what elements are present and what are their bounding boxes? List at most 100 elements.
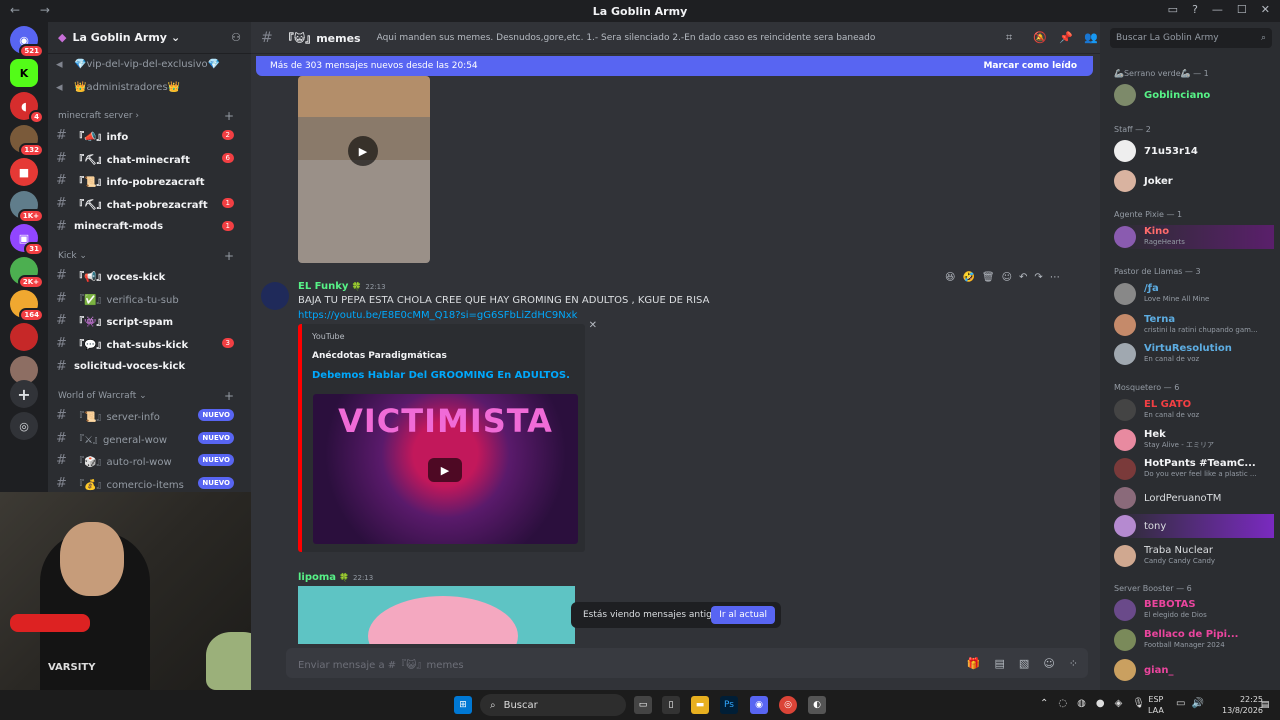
- member-item[interactable]: Kino RageHearts: [1114, 225, 1274, 249]
- channel-item[interactable]: # 『📜』server-info NUEVO: [56, 405, 244, 425]
- member-item[interactable]: tony: [1114, 514, 1274, 538]
- threads-icon[interactable]: ⌗: [1006, 31, 1012, 45]
- reply-icon[interactable]: ↶: [1019, 272, 1027, 283]
- members-icon[interactable]: 👥: [1084, 31, 1098, 44]
- add-channel-icon[interactable]: +: [224, 389, 234, 403]
- more-icon[interactable]: ⋯: [1050, 272, 1060, 283]
- member-item[interactable]: Goblinciano: [1114, 83, 1274, 107]
- forward-icon[interactable]: ↷: [1034, 272, 1042, 283]
- search-input[interactable]: Buscar La Goblin Army ⌕: [1110, 28, 1272, 48]
- member-item[interactable]: BEBOTAS El elegido de Dios: [1114, 598, 1274, 622]
- member-item[interactable]: LordPeruanoTM: [1114, 486, 1274, 510]
- network-volume-icons[interactable]: ▭ 🔊: [1176, 698, 1204, 709]
- app-icon[interactable]: ◐: [808, 696, 826, 714]
- author-name[interactable]: EL Funky: [298, 281, 348, 292]
- task-view-icon[interactable]: ▭: [634, 696, 652, 714]
- app-icon[interactable]: ▯: [662, 696, 680, 714]
- member-item[interactable]: /ƒa Love Mine All Mine: [1114, 282, 1274, 306]
- server-header[interactable]: ◆ La Goblin Army ⌄ ⚇: [48, 22, 251, 54]
- category-header[interactable]: minecraft server › +: [58, 109, 244, 123]
- server-icon[interactable]: K: [10, 59, 38, 87]
- channel-item[interactable]: # 『🎲』auto-rol-wow NUEVO: [56, 450, 244, 470]
- add-reaction-icon[interactable]: ☺: [1002, 272, 1012, 283]
- embed-author[interactable]: Anécdotas Paradigmáticas: [312, 351, 447, 361]
- member-item[interactable]: gian_: [1114, 658, 1274, 682]
- photoshop-icon[interactable]: Ps: [720, 696, 738, 714]
- channel-item[interactable]: # solicitud-voces-kick: [56, 356, 244, 376]
- channel-item[interactable]: # 『⚔』general-wow NUEVO: [56, 428, 244, 448]
- message-avatar[interactable]: [261, 282, 289, 310]
- new-messages-banner[interactable]: Más de 303 mensajes nuevos desde las 20:…: [256, 56, 1093, 76]
- channel-item[interactable]: # 『⛏』chat-minecraft 6: [56, 148, 244, 168]
- mark-read-button[interactable]: Marcar como leído: [983, 61, 1077, 71]
- author-name[interactable]: lipoma: [298, 572, 336, 583]
- member-item[interactable]: VirtuResolution En canal de voz: [1114, 342, 1274, 366]
- embed-title[interactable]: Debemos Hablar Del GROOMING En ADULTOS.: [312, 370, 570, 381]
- channel-item[interactable]: # minecraft-mods 1: [56, 216, 244, 236]
- explore-icon[interactable]: ◎: [10, 412, 38, 440]
- category-header[interactable]: Kick ⌄ +: [58, 249, 244, 263]
- channel-item[interactable]: # 『📜』info-pobrezacraft: [56, 170, 244, 190]
- mic-icon[interactable]: 🎙: [1132, 698, 1145, 709]
- chrome-icon[interactable]: ◎: [779, 696, 797, 714]
- tray-icon[interactable]: ◈: [1115, 698, 1123, 709]
- member-item[interactable]: Bellaco de Pipi... Football Manager 2024: [1114, 628, 1274, 652]
- member-item[interactable]: Joker: [1114, 169, 1274, 193]
- video-attachment[interactable]: ▶: [298, 76, 430, 263]
- reaction-icon[interactable]: 😆: [945, 272, 955, 283]
- mute-icon[interactable]: 🔕: [1033, 31, 1047, 44]
- server-icon[interactable]: ◖ 4: [10, 92, 44, 124]
- server-icon[interactable]: 2K+: [10, 257, 44, 289]
- server-icon[interactable]: [10, 323, 38, 351]
- channel-item[interactable]: # 『💰』comercio-items NUEVO: [56, 473, 244, 493]
- member-item[interactable]: Hek Stay Alive - エミリア: [1114, 428, 1274, 452]
- server-icon[interactable]: ◉ 521: [10, 26, 44, 58]
- channel-item[interactable]: # 『✅』verifica-tu-sub: [56, 288, 244, 308]
- taskbar-search[interactable]: ⌕ Buscar: [480, 694, 626, 716]
- server-icon[interactable]: ■: [10, 158, 38, 186]
- channel-topic[interactable]: Aqui manden sus memes. Desnudos,gore,etc…: [377, 33, 876, 43]
- channel-item[interactable]: ◂ 💎vip-del-vip-del-exclusivo💎: [56, 54, 244, 74]
- play-icon[interactable]: ▶: [428, 458, 462, 482]
- member-item[interactable]: Terna cristini la ratini chupando gam...: [1114, 313, 1274, 337]
- embed-close-icon[interactable]: ✕: [589, 320, 597, 331]
- channel-item[interactable]: ◂ 👑administradores👑: [56, 77, 244, 97]
- tray-icon[interactable]: ●: [1096, 698, 1105, 709]
- reaction-icon[interactable]: 🤣: [962, 272, 974, 283]
- video-thumbnail[interactable]: VICTIMISTA ▶: [313, 394, 578, 544]
- twitch-server-icon[interactable]: ▣ 31: [10, 224, 44, 256]
- add-member-icon[interactable]: ⚇: [231, 31, 241, 44]
- inbox-icon[interactable]: ▭: [1168, 3, 1178, 16]
- minimize-icon[interactable]: —: [1212, 3, 1223, 16]
- add-channel-icon[interactable]: +: [224, 109, 234, 123]
- image-attachment[interactable]: [298, 586, 575, 644]
- member-item[interactable]: Traba Nuclear Candy Candy Candy: [1114, 544, 1274, 568]
- gif-icon[interactable]: ▤: [995, 657, 1005, 670]
- server-icon[interactable]: 1K+: [10, 191, 44, 223]
- message-composer[interactable]: Enviar mensaje a #『😺』memes 🎁 ▤ ▧ ☺ ⁘: [286, 648, 1088, 678]
- member-item[interactable]: EL GATO En canal de voz: [1114, 398, 1274, 422]
- help-icon[interactable]: ?: [1192, 3, 1198, 16]
- add-server-icon[interactable]: +: [10, 380, 38, 408]
- notification-icon[interactable]: ▤: [1256, 696, 1274, 714]
- close-icon[interactable]: ✕: [1261, 3, 1270, 16]
- channel-item[interactable]: # 『👾』script-spam: [56, 310, 244, 330]
- emoji-icon[interactable]: ☺: [1043, 657, 1054, 670]
- chevron-up-icon[interactable]: ⌃: [1040, 698, 1048, 709]
- play-icon[interactable]: ▶: [348, 136, 378, 166]
- add-channel-icon[interactable]: +: [224, 249, 234, 263]
- channel-item[interactable]: # 『📣』info 2: [56, 125, 244, 145]
- member-item[interactable]: 71u53r14: [1114, 139, 1274, 163]
- channel-item[interactable]: # 『⛏』chat-pobrezacraft 1: [56, 193, 244, 213]
- message-link[interactable]: https://youtu.be/E8E0cMM_Q18?si=gG6SFbLi…: [298, 310, 577, 321]
- tray-icon[interactable]: ◍: [1077, 698, 1086, 709]
- channel-item[interactable]: # 『📢』voces-kick: [56, 265, 244, 285]
- reaction-icon[interactable]: 🗑: [982, 272, 995, 283]
- server-icon[interactable]: 164: [10, 290, 44, 322]
- member-item[interactable]: HotPants #TeamC... Do you ever feel like …: [1114, 457, 1274, 481]
- channel-item[interactable]: # 『💬』chat-subs-kick 3: [56, 333, 244, 353]
- file-explorer-icon[interactable]: ▬: [691, 696, 709, 714]
- pin-icon[interactable]: 📌: [1059, 31, 1073, 44]
- category-header[interactable]: World of Warcraft ⌄ +: [58, 389, 244, 403]
- language-indicator[interactable]: ESP LAA: [1148, 694, 1164, 716]
